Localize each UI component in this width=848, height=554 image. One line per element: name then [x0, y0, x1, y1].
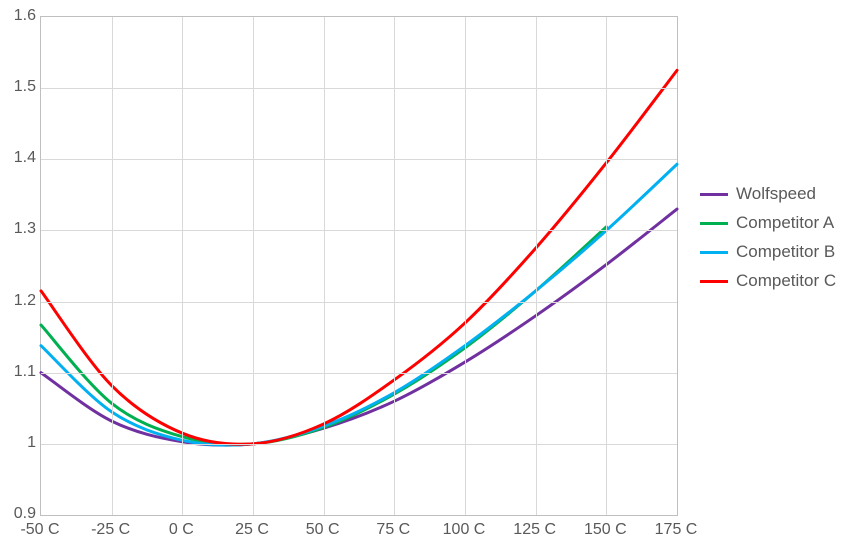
gridline-h — [41, 159, 677, 160]
gridline-v — [606, 17, 607, 515]
x-tick-label: 25 C — [235, 522, 269, 538]
gridline-h — [41, 373, 677, 374]
legend: Wolfspeed Competitor A Competitor B Competi… — [700, 175, 836, 300]
gridline-v — [112, 17, 113, 515]
y-tick-label: 1 — [2, 435, 36, 451]
y-tick-label: 1.3 — [2, 221, 36, 237]
x-tick-label: 125 C — [513, 522, 556, 538]
gridline-h — [41, 230, 677, 231]
gridline-h — [41, 88, 677, 89]
legend-swatch — [700, 280, 728, 283]
gridline-h — [41, 302, 677, 303]
legend-label: Wolfspeed — [736, 184, 816, 204]
x-tick-label: -50 C — [20, 522, 59, 538]
legend-item: Wolfspeed — [700, 184, 836, 204]
x-tick-label: -25 C — [91, 522, 130, 538]
legend-item: Competitor A — [700, 213, 836, 233]
legend-label: Competitor B — [736, 242, 835, 262]
y-tick-label: 0.9 — [2, 506, 36, 522]
y-tick-label: 1.6 — [2, 8, 36, 24]
legend-swatch — [700, 251, 728, 254]
series-competitor-c — [41, 70, 677, 444]
x-tick-label: 75 C — [376, 522, 410, 538]
y-tick-label: 1.2 — [2, 293, 36, 309]
chart-container: Wolfspeed Competitor A Competitor B Competi… — [0, 0, 848, 554]
y-tick-label: 1.1 — [2, 364, 36, 380]
legend-swatch — [700, 193, 728, 196]
gridline-v — [536, 17, 537, 515]
gridline-h — [41, 444, 677, 445]
x-tick-label: 50 C — [306, 522, 340, 538]
gridline-v — [465, 17, 466, 515]
x-tick-label: 175 C — [655, 522, 698, 538]
legend-label: Competitor C — [736, 271, 836, 291]
legend-label: Competitor A — [736, 213, 834, 233]
x-tick-label: 100 C — [443, 522, 486, 538]
x-tick-label: 150 C — [584, 522, 627, 538]
gridline-v — [394, 17, 395, 515]
legend-item: Competitor B — [700, 242, 836, 262]
y-tick-label: 1.4 — [2, 150, 36, 166]
legend-item: Competitor C — [700, 271, 836, 291]
x-tick-label: 0 C — [169, 522, 194, 538]
series-layer — [41, 17, 677, 515]
gridline-v — [324, 17, 325, 515]
legend-swatch — [700, 222, 728, 225]
gridline-v — [182, 17, 183, 515]
gridline-v — [253, 17, 254, 515]
y-tick-label: 1.5 — [2, 79, 36, 95]
plot-area — [40, 16, 678, 516]
